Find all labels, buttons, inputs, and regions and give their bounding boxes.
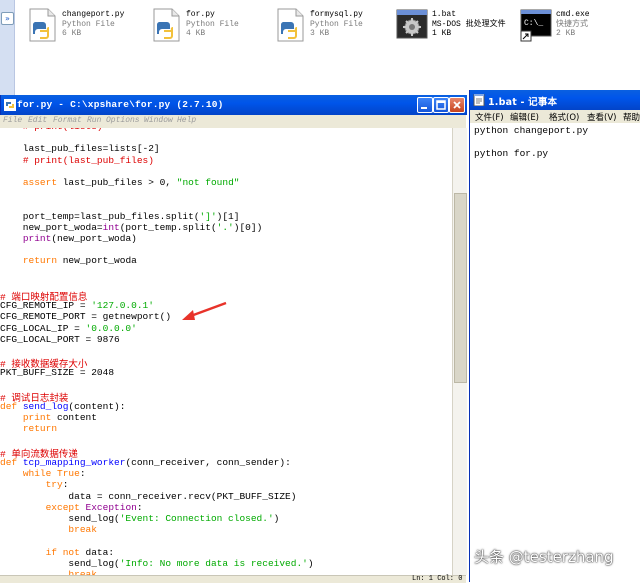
explorer-side-panel: » (0, 0, 15, 95)
code-line[interactable]: print(new_port_woda) (0, 233, 137, 244)
code-line[interactable]: new_port_woda=int(port_temp.split('.')[0… (0, 222, 262, 233)
file-type: MS-DOS 批处理文件 (432, 19, 506, 29)
menu-edit[interactable]: Edit (28, 116, 47, 125)
file-size: 6 KB (62, 29, 82, 38)
notepad-window: 1.bat - 记事本 文件(F) 编辑(E) 格式(O) 查看(V) 帮助 p… (469, 90, 640, 582)
code-line[interactable]: send_log('Info: No more data is received… (0, 558, 313, 569)
batch-file-icon (396, 9, 428, 39)
menu-help[interactable]: Help (177, 116, 196, 125)
explorer-file-view: » changeport.py Python File 6 KB for.py … (0, 0, 640, 95)
minimize-button[interactable] (417, 97, 433, 113)
python-file-icon (153, 8, 180, 42)
svg-text:C:\_: C:\_ (524, 19, 543, 28)
code-line[interactable]: CFG_REMOTE_IP = '127.0.0.1' (0, 300, 154, 311)
watermark: 头条 @testerzhang (474, 548, 614, 566)
file-type: Python File (186, 19, 239, 29)
close-icon (453, 101, 461, 109)
code-line[interactable]: data = conn_receiver.recv(PKT_BUFF_SIZE) (0, 491, 296, 502)
code-line[interactable]: last_pub_files=lists[-2] (0, 143, 160, 154)
code-line[interactable]: if not data: (0, 547, 114, 558)
code-line[interactable]: except Exception: (0, 502, 143, 513)
file-type: Python File (310, 19, 363, 29)
notepad-menubar: 文件(F) 编辑(E) 格式(O) 查看(V) 帮助 (470, 110, 640, 123)
notepad-line[interactable]: python changeport.py (474, 125, 588, 136)
code-line[interactable]: PKT_BUFF_SIZE = 2048 (0, 367, 114, 378)
notepad-titlebar[interactable]: 1.bat - 记事本 (470, 90, 640, 110)
python-file-icon (29, 8, 56, 42)
menu-format[interactable]: 格式(O) (549, 111, 579, 123)
idle-titlebar[interactable]: for.py - C:\xpshare\for.py (2.7.10) (0, 95, 467, 115)
notepad-window-title: 1.bat - 记事本 (488, 97, 558, 108)
code-line[interactable]: send_log('Event: Connection closed.') (0, 513, 279, 524)
scrollbar-thumb[interactable] (454, 193, 467, 383)
collapse-chevron-icon[interactable]: » (1, 12, 14, 25)
code-line[interactable]: CFG_REMOTE_PORT = getnewport() (0, 311, 171, 322)
menu-options[interactable]: Options (106, 116, 140, 125)
file-size: 3 KB (310, 29, 330, 38)
menu-window[interactable]: Window (144, 116, 173, 125)
code-line[interactable]: port_temp=last_pub_files.split(']')[1] (0, 211, 240, 222)
file-type: 快捷方式 (556, 19, 588, 29)
file-name: for.py (186, 10, 215, 19)
file-size: 4 KB (186, 29, 206, 38)
file-name: formysql.py (310, 10, 363, 19)
idle-menubar: File Edit Format Run Options Window Help (0, 115, 466, 128)
file-name: cmd.exe (556, 10, 590, 19)
maximize-button[interactable] (433, 97, 449, 113)
code-line[interactable]: CFG_LOCAL_IP = '0.0.0.0' (0, 323, 137, 334)
menu-edit[interactable]: 编辑(E) (510, 111, 539, 123)
file-type: Python File (62, 19, 115, 29)
notepad-line[interactable]: python for.py (474, 148, 548, 159)
file-name: 1.bat (432, 10, 457, 19)
code-line[interactable]: print content (0, 412, 97, 423)
idle-app-icon (4, 99, 16, 111)
menu-view[interactable]: 查看(V) (587, 111, 616, 123)
menu-format[interactable]: Format (53, 116, 82, 125)
code-line[interactable]: def send_log(content): (0, 401, 125, 412)
menu-file[interactable]: File (3, 116, 22, 125)
code-line[interactable]: def tcp_mapping_worker(conn_receiver, co… (0, 457, 291, 468)
code-line[interactable]: try: (0, 479, 69, 490)
maximize-icon (436, 100, 446, 110)
idle-editor-window: for.py - C:\xpshare\for.py (2.7.10) File… (0, 95, 468, 583)
python-file-icon (277, 8, 304, 42)
file-name: changeport.py (62, 10, 125, 19)
notepad-app-icon (473, 94, 485, 106)
code-line[interactable]: assert last_pub_files > 0, "not found" (0, 177, 240, 188)
idle-window-title: for.py - C:\xpshare\for.py (2.7.10) (17, 99, 224, 110)
code-line[interactable]: while True: (0, 468, 86, 479)
annotation-arrow-icon (182, 301, 227, 320)
code-line[interactable]: break (0, 524, 97, 535)
code-line[interactable]: return (0, 423, 57, 434)
code-line[interactable]: CFG_LOCAL_PORT = 9876 (0, 334, 120, 345)
menu-help[interactable]: 帮助 (623, 111, 640, 123)
file-size: 1 KB (432, 29, 452, 38)
minimize-icon (421, 107, 427, 109)
close-button[interactable] (449, 97, 465, 113)
code-line[interactable]: # print(last_pub_files) (0, 155, 154, 166)
editor-scrollbar[interactable] (452, 128, 467, 575)
menu-run[interactable]: Run (87, 116, 101, 125)
file-size: 2 KB (556, 29, 576, 38)
code-line[interactable]: # print(lists) (0, 128, 103, 132)
menu-file[interactable]: 文件(F) (475, 111, 504, 123)
cmd-shortcut-icon: C:\_ (520, 9, 552, 42)
code-editor[interactable]: # print(lists) last_pub_files=lists[-2] … (0, 128, 452, 578)
code-line[interactable]: return new_port_woda (0, 255, 137, 266)
